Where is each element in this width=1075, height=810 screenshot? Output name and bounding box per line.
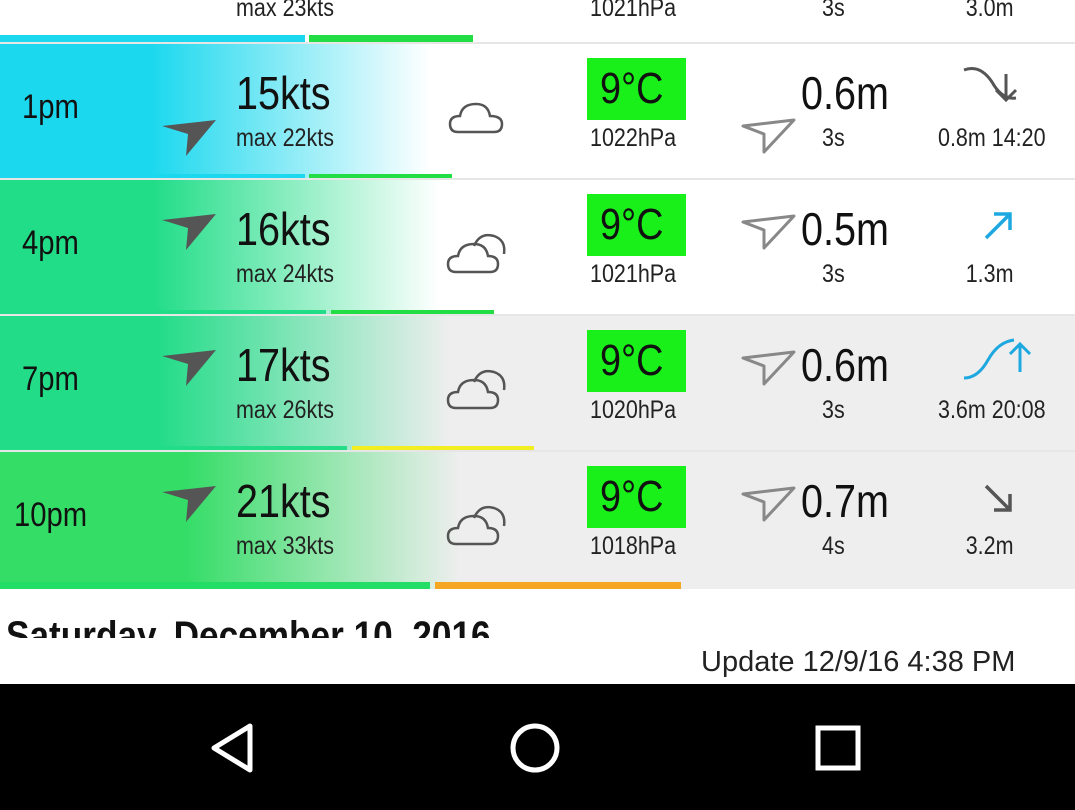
wind-speed: 21kts (236, 475, 331, 527)
swell-direction-icon (741, 350, 796, 386)
pressure-text: 1022hPa (590, 124, 677, 152)
wind-direction-icon (162, 486, 216, 522)
wind-direction-icon (162, 120, 216, 156)
tide-rising-icon (963, 338, 1032, 380)
tide-falling-icon (963, 67, 1018, 103)
cloud-sun-icon (446, 369, 506, 410)
gust-text: max 26kts (236, 396, 334, 424)
temperature-badge: 9°C (587, 194, 686, 256)
arrow-down-right-icon (984, 484, 1012, 512)
forecast-row[interactable]: 4pm 16kts max 24kts 9°C 1021hPa 0.5m 3s … (0, 180, 1075, 317)
time-label: 4pm (22, 224, 79, 262)
tide-text: 3.0m (965, 0, 1014, 22)
swell-height: 0.6m (801, 67, 889, 119)
recents-square-icon[interactable] (808, 718, 868, 778)
time-label: 10pm (14, 496, 88, 534)
day-header-text: Saturday, December 10, 2016 (6, 614, 491, 638)
navigation-bar (0, 684, 1075, 810)
tide-text: 1.3m (965, 260, 1014, 288)
gust-text: max 22kts (236, 124, 334, 152)
wind-speed: 16kts (236, 203, 331, 255)
arrow-up-right-icon (984, 212, 1012, 240)
swell-height: 0.5m (801, 203, 889, 255)
tide-text: 0.8m 14:20 (938, 124, 1046, 152)
swell-period-text: 3s (822, 396, 845, 424)
swell-period-text: 4s (822, 532, 845, 560)
swell-height: 0.7m (801, 475, 889, 527)
wind-bar (0, 582, 430, 589)
cloud-sun-icon (446, 233, 506, 274)
wind-direction-icon (162, 350, 216, 386)
temperature-badge: 9°C (587, 330, 686, 392)
time-label: 1pm (22, 88, 79, 126)
pressure-text: 1021hPa (590, 0, 677, 22)
back-triangle-icon[interactable] (204, 718, 264, 778)
temperature-badge: 9°C (587, 58, 686, 120)
swell-height: 0.6m (801, 339, 889, 391)
wind-speed: 17kts (236, 339, 331, 391)
gust-bar (309, 35, 473, 42)
swell-direction-icon (741, 214, 796, 250)
gust-bar (435, 582, 681, 589)
wind-direction-icon (162, 214, 216, 250)
forecast-row-partial: max 23kts 1021hPa 3s 3.0m (0, 0, 1075, 42)
home-circle-icon[interactable] (505, 718, 565, 778)
pressure-text: 1018hPa (590, 532, 677, 560)
update-timestamp: Update 12/9/16 4:38 PM (701, 646, 1016, 678)
cloud-icon (448, 102, 504, 134)
temperature-badge: 9°C (587, 466, 686, 528)
tide-text: 3.6m 20:08 (938, 396, 1046, 424)
forecast-row[interactable]: 7pm 17kts max 26kts 9°C 1020hPa 0.6m 3s … (0, 316, 1075, 453)
swell-period-text: 3s (822, 260, 845, 288)
gust-text: max 23kts (236, 0, 334, 22)
gust-text: max 33kts (236, 532, 334, 560)
time-label: 7pm (22, 360, 79, 398)
wind-speed: 15kts (236, 67, 331, 119)
wind-bar (0, 35, 305, 42)
cloud-sun-icon (446, 505, 506, 546)
swell-period-text: 3s (822, 0, 845, 22)
gust-text: max 24kts (236, 260, 334, 288)
tide-text: 3.2m (965, 532, 1014, 560)
forecast-row[interactable]: 10pm 21kts max 33kts 9°C 1018hPa 0.7m 4s… (0, 452, 1075, 589)
swell-period-text: 3s (822, 124, 845, 152)
swell-direction-icon (741, 118, 796, 154)
day-header: Saturday, December 10, 2016 (0, 592, 1075, 638)
pressure-text: 1020hPa (590, 396, 677, 424)
swell-direction-icon (741, 486, 796, 522)
forecast-row[interactable]: 1pm 15kts max 22kts 9°C 1022hPa 0.6m 3s … (0, 44, 1075, 181)
pressure-text: 1021hPa (590, 260, 677, 288)
